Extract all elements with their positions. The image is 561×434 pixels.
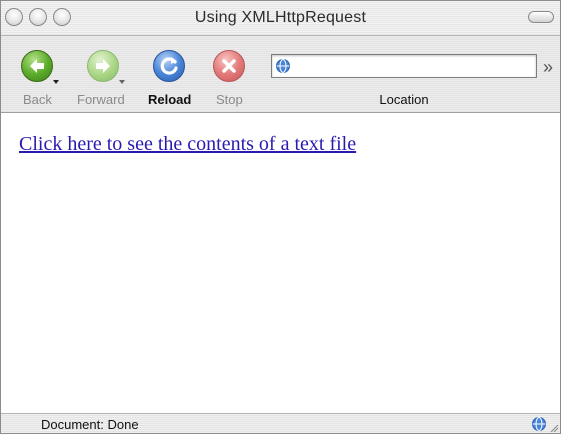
window-title: Using XMLHttpRequest (194, 9, 367, 26)
resize-grip-icon[interactable] (549, 423, 559, 433)
forward-history-dropdown-icon[interactable] (119, 80, 125, 84)
stop-button[interactable] (213, 50, 245, 82)
location-label: Location (379, 92, 429, 107)
location-input[interactable] (294, 57, 532, 75)
stop-label: Stop (216, 92, 243, 107)
forward-label: Forward (77, 92, 125, 107)
reload-label: Reload (148, 92, 192, 107)
globe-icon (532, 417, 546, 431)
back-label: Back (23, 92, 52, 107)
status-bar: Document: Done (1, 413, 560, 433)
toolbar-overflow-chevron-icon[interactable]: » (543, 58, 553, 76)
back-history-dropdown-icon[interactable] (53, 80, 59, 84)
back-button[interactable] (21, 50, 53, 82)
reload-icon (160, 57, 178, 75)
navigation-toolbar: Back Forward Reload Stop Location » (1, 36, 560, 113)
stop-x-icon (222, 59, 236, 73)
title-bar[interactable]: Using XMLHttpRequest (1, 1, 560, 36)
toolbar-toggle-button[interactable] (528, 11, 554, 23)
forward-button[interactable] (87, 50, 119, 82)
page-content: Click here to see the contents of a text… (1, 113, 560, 413)
browser-window: Using XMLHttpRequest Back Forward Reload (0, 0, 561, 434)
back-arrow-icon (30, 59, 44, 73)
forward-arrow-icon (96, 59, 110, 73)
text-file-link[interactable]: Click here to see the contents of a text… (19, 133, 356, 156)
reload-button[interactable] (153, 50, 185, 82)
location-field[interactable] (271, 54, 537, 78)
globe-icon (276, 59, 290, 73)
status-text: Document: Done (41, 417, 139, 432)
